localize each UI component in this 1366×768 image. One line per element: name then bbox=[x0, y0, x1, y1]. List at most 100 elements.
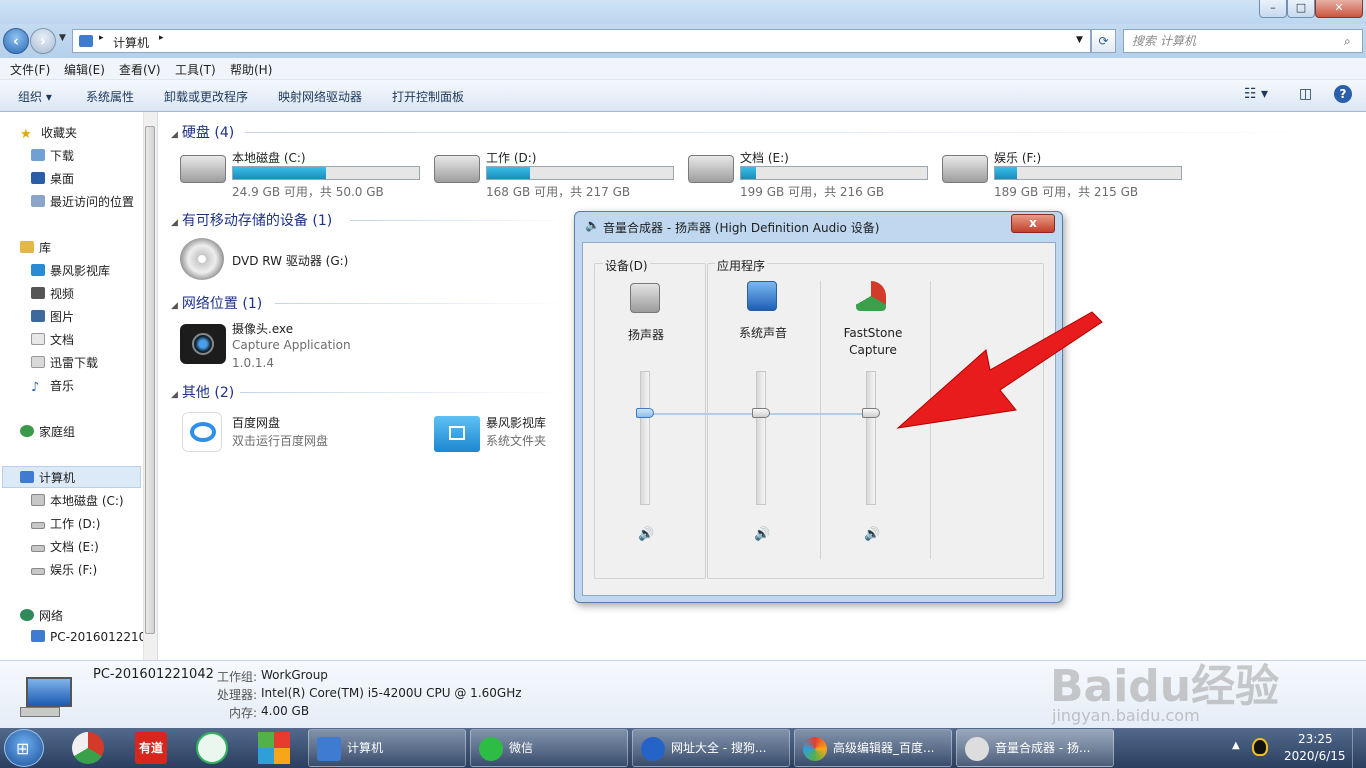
open-control-panel-button[interactable]: 打开控制面板 bbox=[392, 88, 464, 105]
nav-computer[interactable]: 计算机 bbox=[20, 469, 75, 486]
drive-d-usage-fill bbox=[487, 167, 530, 179]
channel-system-sounds-name: 系统声音 bbox=[738, 326, 787, 340]
group-network-locations[interactable]: ◢ 网络位置 (1) bbox=[171, 293, 262, 313]
drive-c-name: 本地磁盘 (C:) bbox=[232, 151, 306, 165]
nav-drive-c[interactable]: 本地磁盘 (C:) bbox=[31, 492, 124, 509]
youdao-taskbar-icon[interactable]: 有道 bbox=[135, 732, 167, 764]
recent-pages-dropdown-icon[interactable]: ▼ bbox=[59, 33, 66, 43]
window-titlebar: – □ ✕ bbox=[0, 0, 1366, 24]
search-input[interactable]: 搜索 计算机 ⌕ bbox=[1123, 29, 1363, 53]
nav-videos[interactable]: 视频 bbox=[31, 285, 74, 302]
wechat-icon bbox=[479, 737, 503, 761]
hard-drive-icon bbox=[688, 155, 734, 183]
faststone-capture-icon[interactable] bbox=[856, 281, 886, 311]
maximize-button[interactable]: □ bbox=[1287, 0, 1315, 18]
nav-drive-f[interactable]: 娱乐 (F:) bbox=[31, 561, 97, 578]
faststone-volume-slider[interactable] bbox=[862, 408, 880, 419]
speaker-device-icon[interactable] bbox=[630, 283, 660, 313]
nav-network-pc[interactable]: PC-2016012210 bbox=[31, 630, 143, 644]
taskbar-button-wechat[interactable]: 微信 bbox=[470, 729, 628, 767]
nav-favorites[interactable]: ★ 收藏夹 bbox=[20, 124, 77, 141]
nav-pictures[interactable]: 图片 bbox=[31, 308, 74, 325]
dvd-drive-item[interactable]: DVD RW 驱动器 (G:) bbox=[178, 236, 368, 282]
nav-libraries[interactable]: 库 bbox=[20, 239, 51, 256]
faststone-mute-icon[interactable]: 🔊 bbox=[864, 527, 880, 542]
system-sounds-icon[interactable] bbox=[747, 281, 777, 311]
refresh-button[interactable]: ⟳ bbox=[1091, 29, 1116, 53]
organize-button[interactable]: 组织 ▾ bbox=[18, 88, 52, 105]
speaker-mute-icon[interactable]: 🔊 bbox=[638, 527, 654, 542]
speaker-volume-slider[interactable] bbox=[636, 408, 654, 419]
system-sounds-volume-slider[interactable] bbox=[752, 408, 770, 419]
recent-places-icon bbox=[31, 195, 45, 207]
menu-edit[interactable]: 编辑(E) bbox=[64, 61, 105, 78]
taskbar-button-baidu-editor[interactable]: 高级编辑器_百度... bbox=[794, 729, 952, 767]
faststone-taskbar-icon[interactable] bbox=[72, 732, 104, 764]
taskbar-button-sogou[interactable]: 网址大全 - 搜狗... bbox=[632, 729, 790, 767]
office-taskbar-icon[interactable] bbox=[258, 732, 290, 764]
minimize-button[interactable]: – bbox=[1259, 0, 1287, 18]
address-dropdown-icon[interactable]: ▼ bbox=[1076, 35, 1083, 45]
nav-drive-e[interactable]: 文档 (E:) bbox=[31, 538, 99, 555]
camera-app-desc: Capture Application bbox=[232, 338, 351, 352]
volume-mixer-icon bbox=[965, 737, 989, 761]
forward-button[interactable]: › bbox=[30, 28, 56, 54]
drive-f-item[interactable]: 娱乐 (F:) 189 GB 可用，共 215 GB bbox=[942, 149, 1187, 199]
camera-app-item[interactable]: 摄像头.exe Capture Application 1.0.1.4 bbox=[178, 318, 378, 372]
address-bar[interactable]: ▸ 计算机 ▸ ▼ bbox=[72, 29, 1091, 53]
nav-music[interactable]: ♪ 音乐 bbox=[31, 377, 74, 394]
close-button[interactable]: ✕ bbox=[1315, 0, 1363, 18]
breadcrumb-computer[interactable]: 计算机 bbox=[113, 34, 149, 51]
group-hard-disks[interactable]: ◢ 硬盘 (4) bbox=[171, 122, 234, 142]
drive-c-usage-bar bbox=[232, 166, 420, 180]
system-sounds-volume-track[interactable] bbox=[756, 371, 766, 505]
menu-file[interactable]: 文件(F) bbox=[10, 61, 50, 78]
computer-large-icon bbox=[20, 675, 74, 721]
group-divider bbox=[245, 132, 1345, 133]
show-desktop-button[interactable] bbox=[1352, 728, 1366, 768]
preview-pane-icon[interactable]: ◫ bbox=[1299, 86, 1312, 102]
group-other[interactable]: ◢ 其他 (2) bbox=[171, 382, 234, 402]
baidu-netdisk-item[interactable]: 百度网盘 双击运行百度网盘 bbox=[178, 410, 378, 456]
back-button[interactable]: ‹ bbox=[3, 28, 29, 54]
map-network-drive-button[interactable]: 映射网络驱动器 bbox=[278, 88, 362, 105]
qq-tray-icon[interactable] bbox=[1252, 738, 1268, 756]
system-sounds-mute-icon[interactable]: 🔊 bbox=[754, 527, 770, 542]
drive-f-name: 娱乐 (F:) bbox=[994, 151, 1042, 165]
nav-xunlei-downloads[interactable]: 迅雷下载 bbox=[31, 354, 98, 371]
drive-c-item[interactable]: 本地磁盘 (C:) 24.9 GB 可用，共 50.0 GB bbox=[180, 149, 425, 199]
menu-tools[interactable]: 工具(T) bbox=[175, 61, 216, 78]
nav-homegroup[interactable]: 家庭组 bbox=[20, 423, 75, 440]
taskbar-button-volume-mixer[interactable]: 音量合成器 - 扬... bbox=[956, 729, 1114, 767]
breadcrumb-chevron-icon[interactable]: ▸ bbox=[159, 33, 164, 43]
tray-expand-icon[interactable]: ▲ bbox=[1232, 740, 1240, 751]
nav-storm-library[interactable]: 暴风影视库 bbox=[31, 262, 110, 279]
nav-documents[interactable]: 文档 bbox=[31, 331, 74, 348]
nav-desktop[interactable]: 桌面 bbox=[31, 170, 74, 187]
clock-time[interactable]: 23:25 bbox=[1298, 732, 1333, 746]
baidu-watermark-logo: Baidu经验 bbox=[1050, 661, 1280, 712]
group-divider bbox=[240, 392, 570, 393]
faststone-volume-track[interactable] bbox=[866, 371, 876, 505]
nav-drive-d[interactable]: 工作 (D:) bbox=[31, 515, 100, 532]
taskbar-button-computer[interactable]: 计算机 bbox=[308, 729, 466, 767]
help-icon[interactable]: ? bbox=[1334, 85, 1352, 103]
ev-recorder-taskbar-icon[interactable] bbox=[196, 732, 228, 764]
nav-scrollbar-thumb[interactable] bbox=[145, 126, 155, 634]
nav-recent-places[interactable]: 最近访问的位置 bbox=[31, 193, 134, 210]
uninstall-program-button[interactable]: 卸载或更改程序 bbox=[164, 88, 248, 105]
mixer-close-button[interactable]: x bbox=[1011, 214, 1055, 233]
nav-downloads[interactable]: 下载 bbox=[31, 147, 74, 164]
view-options-icon[interactable]: ☷ ▾ bbox=[1244, 86, 1268, 102]
nav-network[interactable]: 网络 bbox=[20, 607, 63, 624]
group-removable[interactable]: ◢ 有可移动存储的设备 (1) bbox=[171, 210, 332, 230]
menu-help[interactable]: 帮助(H) bbox=[230, 61, 272, 78]
drive-d-item[interactable]: 工作 (D:) 168 GB 可用，共 217 GB bbox=[434, 149, 679, 199]
menu-view[interactable]: 查看(V) bbox=[119, 61, 161, 78]
clock-date[interactable]: 2020/6/15 bbox=[1284, 749, 1346, 763]
speaker-volume-track[interactable] bbox=[640, 371, 650, 505]
system-properties-button[interactable]: 系统属性 bbox=[86, 88, 134, 105]
start-button[interactable]: ⊞ bbox=[4, 729, 44, 767]
drive-f-usage-fill bbox=[995, 167, 1018, 179]
drive-e-item[interactable]: 文档 (E:) 199 GB 可用，共 216 GB bbox=[688, 149, 933, 199]
